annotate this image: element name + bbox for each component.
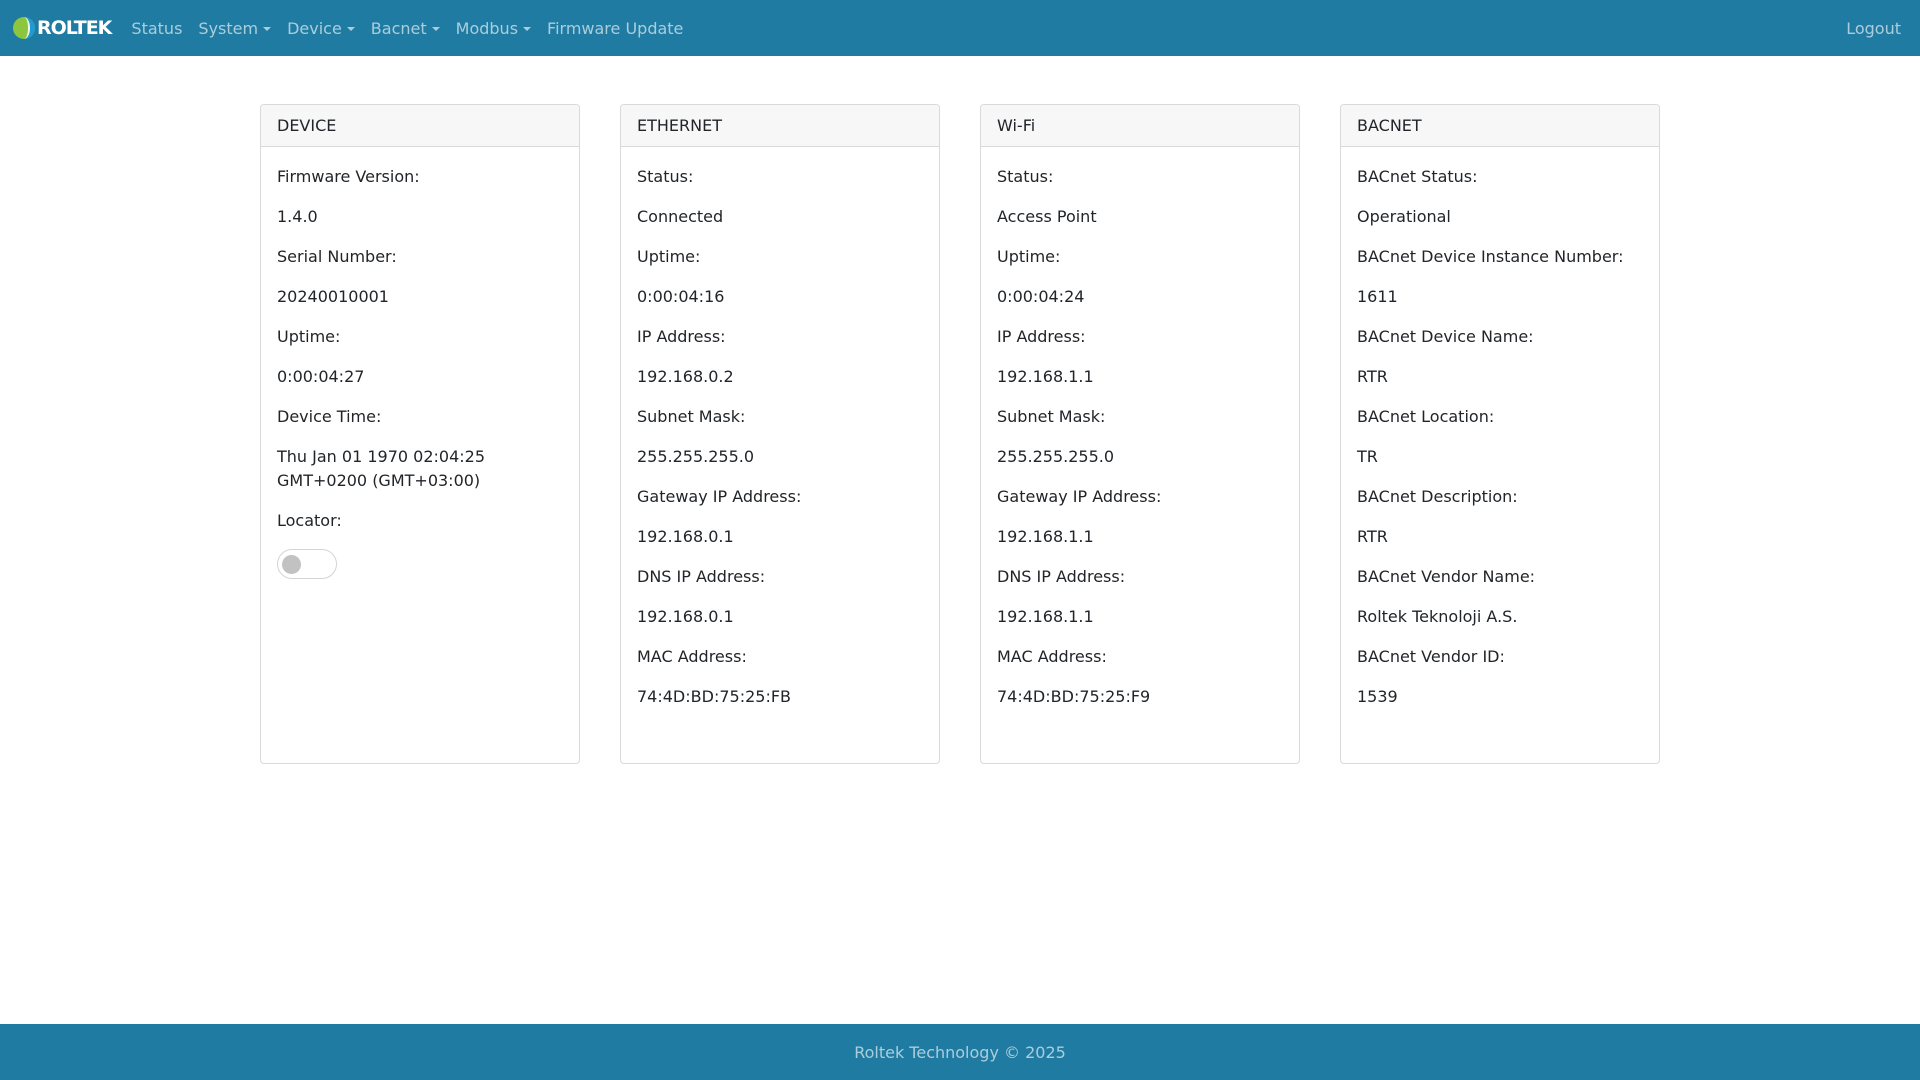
bacnet-card-title: BACNET [1341,105,1659,147]
wifi-ip-value: 192.168.1.1 [997,367,1094,386]
device-card-body: Firmware Version: 1.4.0 Serial Number: 2… [261,147,579,579]
device-time-value: Thu Jan 01 1970 02:04:25 GMT+0200 (GMT+0… [277,447,485,490]
nav-status-label: Status [131,18,183,38]
nav-firmware-update[interactable]: Firmware Update [539,19,691,38]
ethernet-card: ETHERNET Status: Connected Uptime: 0:00:… [620,104,940,764]
top-navbar: ROLTEK Status System Device Bacnet Modbu… [0,0,1920,56]
wifi-status-value: Access Point [997,207,1097,226]
caret-down-icon [263,27,272,31]
firmware-version-label: Firmware Version: [277,167,420,186]
bacnet-location-value: TR [1357,447,1378,466]
wifi-uptime-label: Uptime: [997,247,1061,266]
nav-bacnet-label: Bacnet [370,18,427,38]
bacnet-vendor-name-value: Roltek Teknoloji A.S. [1357,607,1518,626]
bacnet-location-label: BACnet Location: [1357,407,1495,426]
ethernet-ip-value: 192.168.0.2 [637,367,734,386]
ethernet-uptime-label: Uptime: [637,247,701,266]
wifi-subnet-label: Subnet Mask: [997,407,1106,426]
toggle-knob [282,555,301,574]
ethernet-card-title: ETHERNET [621,105,939,147]
nav-system-label: System [198,18,259,38]
bacnet-instance-value: 1611 [1357,287,1398,306]
ethernet-subnet-label: Subnet Mask: [637,407,746,426]
wifi-card-title: Wi-Fi [981,105,1299,147]
firmware-version-value: 1.4.0 [277,207,318,226]
ethernet-dns-label: DNS IP Address: [637,567,766,586]
nav-firmware-update-label: Firmware Update [547,18,684,38]
ethernet-ip-label: IP Address: [637,327,726,346]
ethernet-dns-value: 192.168.0.1 [637,607,734,626]
wifi-card-body: Status: Access Point Uptime: 0:00:04:24 … [981,147,1299,709]
roltek-logo-icon [13,17,35,39]
bacnet-card-body: BACnet Status: Operational BACnet Device… [1341,147,1659,709]
wifi-subnet-value: 255.255.255.0 [997,447,1115,466]
wifi-ip-label: IP Address: [997,327,1086,346]
locator-label: Locator: [277,511,342,530]
wifi-status-label: Status: [997,167,1054,186]
caret-down-icon [431,27,440,31]
ethernet-card-body: Status: Connected Uptime: 0:00:04:16 IP … [621,147,939,709]
bacnet-status-label: BACnet Status: [1357,167,1478,186]
bacnet-card: BACNET BACnet Status: Operational BACnet… [1340,104,1660,764]
wifi-gateway-label: Gateway IP Address: [997,487,1162,506]
wifi-mac-label: MAC Address: [997,647,1107,666]
device-uptime-label: Uptime: [277,327,341,346]
bacnet-description-label: BACnet Description: [1357,487,1518,506]
nav-status[interactable]: Status [123,19,190,38]
nav-device-label: Device [287,18,342,38]
device-card: DEVICE Firmware Version: 1.4.0 Serial Nu… [260,104,580,764]
caret-down-icon [346,27,355,31]
bacnet-device-name-value: RTR [1357,367,1388,386]
wifi-dns-value: 192.168.1.1 [997,607,1094,626]
ethernet-mac-value: 74:4D:BD:75:25:FB [637,687,792,706]
ethernet-gateway-value: 192.168.0.1 [637,527,734,546]
locator-toggle[interactable] [277,549,337,579]
ethernet-status-label: Status: [637,167,694,186]
caret-down-icon [523,27,532,31]
footer-copyright: Roltek Technology © 2025 [854,1042,1066,1062]
wifi-mac-value: 74:4D:BD:75:25:F9 [997,687,1151,706]
nav-modbus-label: Modbus [455,18,519,38]
wifi-gateway-value: 192.168.1.1 [997,527,1094,546]
brand-name: ROLTEK [37,17,112,39]
wifi-dns-label: DNS IP Address: [997,567,1126,586]
ethernet-uptime-value: 0:00:04:16 [637,287,725,306]
bacnet-status-value: Operational [1357,207,1451,226]
bacnet-device-name-label: BACnet Device Name: [1357,327,1534,346]
logout-link[interactable]: Logout [1846,0,1901,56]
brand[interactable]: ROLTEK [12,16,112,40]
device-uptime-value: 0:00:04:27 [277,367,365,386]
nav-modbus-dropdown[interactable]: Modbus [448,19,539,38]
device-card-title: DEVICE [261,105,579,147]
nav-system-dropdown[interactable]: System [190,19,279,38]
ethernet-gateway-label: Gateway IP Address: [637,487,802,506]
serial-number-label: Serial Number: [277,247,397,266]
page-footer: Roltek Technology © 2025 [0,1024,1920,1080]
nav-bacnet-dropdown[interactable]: Bacnet [363,19,448,38]
bacnet-vendor-id-value: 1539 [1357,687,1398,706]
serial-number-value: 20240010001 [277,287,389,306]
ethernet-status-value: Connected [637,207,724,226]
status-cards: DEVICE Firmware Version: 1.4.0 Serial Nu… [260,104,1660,764]
ethernet-subnet-value: 255.255.255.0 [637,447,755,466]
nav-device-dropdown[interactable]: Device [279,19,363,38]
bacnet-description-value: RTR [1357,527,1388,546]
bacnet-instance-label: BACnet Device Instance Number: [1357,247,1624,266]
device-time-label: Device Time: [277,407,382,426]
ethernet-mac-label: MAC Address: [637,647,747,666]
bacnet-vendor-id-label: BACnet Vendor ID: [1357,647,1505,666]
wifi-card: Wi-Fi Status: Access Point Uptime: 0:00:… [980,104,1300,764]
bacnet-vendor-name-label: BACnet Vendor Name: [1357,567,1536,586]
wifi-uptime-value: 0:00:04:24 [997,287,1085,306]
